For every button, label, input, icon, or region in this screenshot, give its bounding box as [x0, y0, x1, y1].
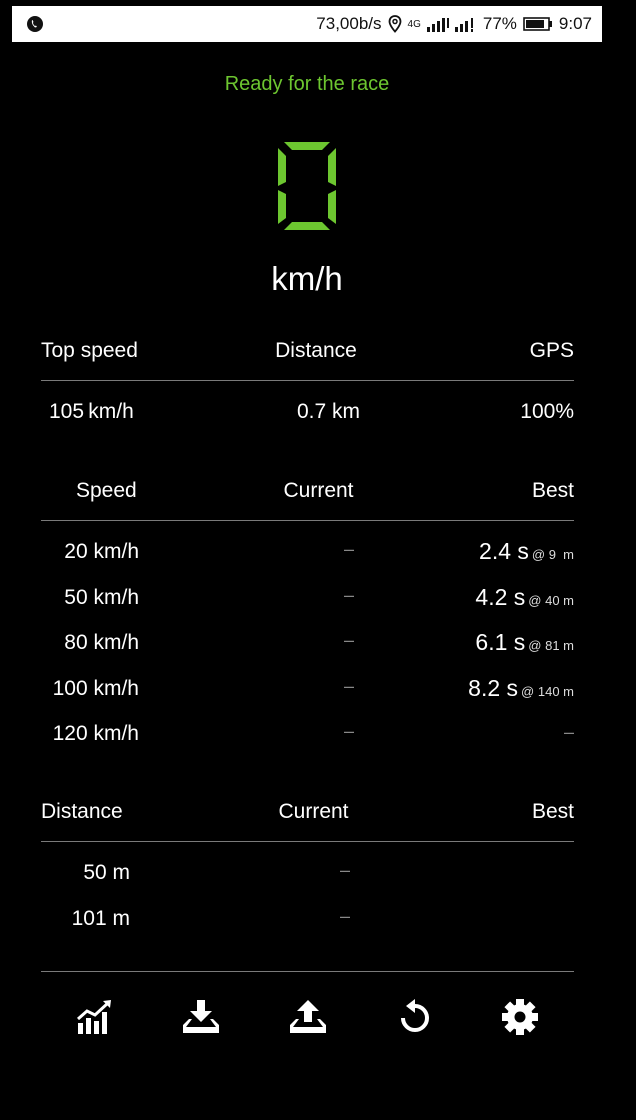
summary-section: Top speed Distance GPS 105 km/h 0.7 km 1… — [41, 339, 574, 429]
distance-current: – — [340, 860, 351, 880]
battery-icon — [523, 17, 552, 31]
speed-table: Speed Current Best 20 km/h – 2.4 s @ 9 m 50 … — [41, 479, 574, 759]
divider — [41, 380, 574, 381]
viber-icon — [27, 16, 43, 32]
header-current: Current — [283, 479, 354, 502]
speed-best-time: – — [563, 722, 574, 742]
download-icon — [183, 1000, 219, 1033]
speed-target: 20 km/h — [64, 540, 139, 563]
network-type: 4G — [407, 18, 421, 30]
reset-button[interactable] — [395, 997, 435, 1037]
speed-best-time: 4.2 s — [475, 583, 526, 610]
speed-target: 80 km/h — [64, 631, 139, 654]
distance-target: 50 m — [83, 861, 130, 884]
battery-percent: 77% — [482, 14, 517, 33]
distance-target: 101 m — [71, 906, 130, 930]
speed-best: 4.2 s @ 40 m — [475, 584, 574, 611]
header-speed: Speed — [76, 479, 137, 502]
download-button[interactable] — [181, 997, 221, 1037]
race-status: Ready for the race — [224, 73, 390, 95]
header-distance: Distance — [41, 800, 123, 823]
speed-best-time: 2.4 s — [479, 538, 529, 564]
speed-best-distance: @ 40 m — [528, 592, 574, 608]
speed-best: 6.1 s @ 81 m — [475, 629, 574, 656]
speed-current: – — [344, 584, 355, 605]
status-right: 73,00b/s 4G 77% 9:07 — [316, 6, 592, 42]
toolbar-divider — [41, 971, 574, 972]
distance-current: – — [340, 905, 351, 926]
speed-best-distance: @ 81 m — [528, 638, 574, 653]
clock: 9:07 — [558, 14, 592, 33]
gps-value: 100% — [520, 400, 574, 423]
speed-current: – — [344, 539, 355, 559]
divider — [41, 841, 574, 842]
speed-best-time: 6.1 s — [475, 629, 526, 655]
speed-best: – — [564, 720, 574, 744]
top-speed-value: 105 km/h — [49, 400, 134, 423]
header-gps: GPS — [529, 339, 574, 362]
speed-target: 50 km/h — [64, 585, 139, 609]
header-distance: Distance — [275, 339, 357, 362]
speed-best-distance: @ 9 m — [531, 547, 574, 562]
speed-target: 100 km/h — [52, 676, 139, 700]
header-top-speed: Top speed — [41, 339, 138, 362]
speed-best: 2.4 s @ 9 m — [479, 538, 574, 565]
speed-current: – — [344, 630, 355, 650]
signal-2-icon — [454, 18, 473, 32]
reset-icon — [401, 999, 429, 1032]
speed-current: – — [344, 721, 355, 741]
chart-button[interactable] — [75, 997, 115, 1037]
header-best: Best — [531, 800, 574, 823]
status-bar: 73,00b/s 4G 77% 9:07 — [12, 6, 602, 42]
settings-icon — [502, 999, 538, 1035]
signal-icon — [426, 18, 449, 32]
speed-best: 8.2 s @ 140 m — [468, 675, 574, 702]
speed-unit: km/h — [271, 260, 343, 297]
distance-table: Distance Current Best 50 m – 101 m – — [41, 800, 574, 940]
location-icon — [388, 15, 401, 33]
header-current: Current — [278, 800, 349, 823]
divider — [41, 520, 574, 521]
header-best: Best — [531, 479, 574, 502]
chart-icon — [77, 1000, 111, 1034]
speed-best-distance: @ 140 m — [521, 683, 574, 699]
speed-best-time: 8.2 s — [468, 674, 519, 701]
settings-button[interactable] — [500, 997, 540, 1037]
upload-button[interactable] — [288, 997, 328, 1037]
speed-digit — [278, 142, 336, 230]
distance-value: 0.7 km — [296, 400, 360, 423]
network-speed: 73,00b/s — [316, 14, 382, 33]
upload-icon — [290, 1000, 326, 1033]
speed-current: – — [344, 675, 355, 696]
speed-target: 120 km/h — [52, 722, 139, 745]
